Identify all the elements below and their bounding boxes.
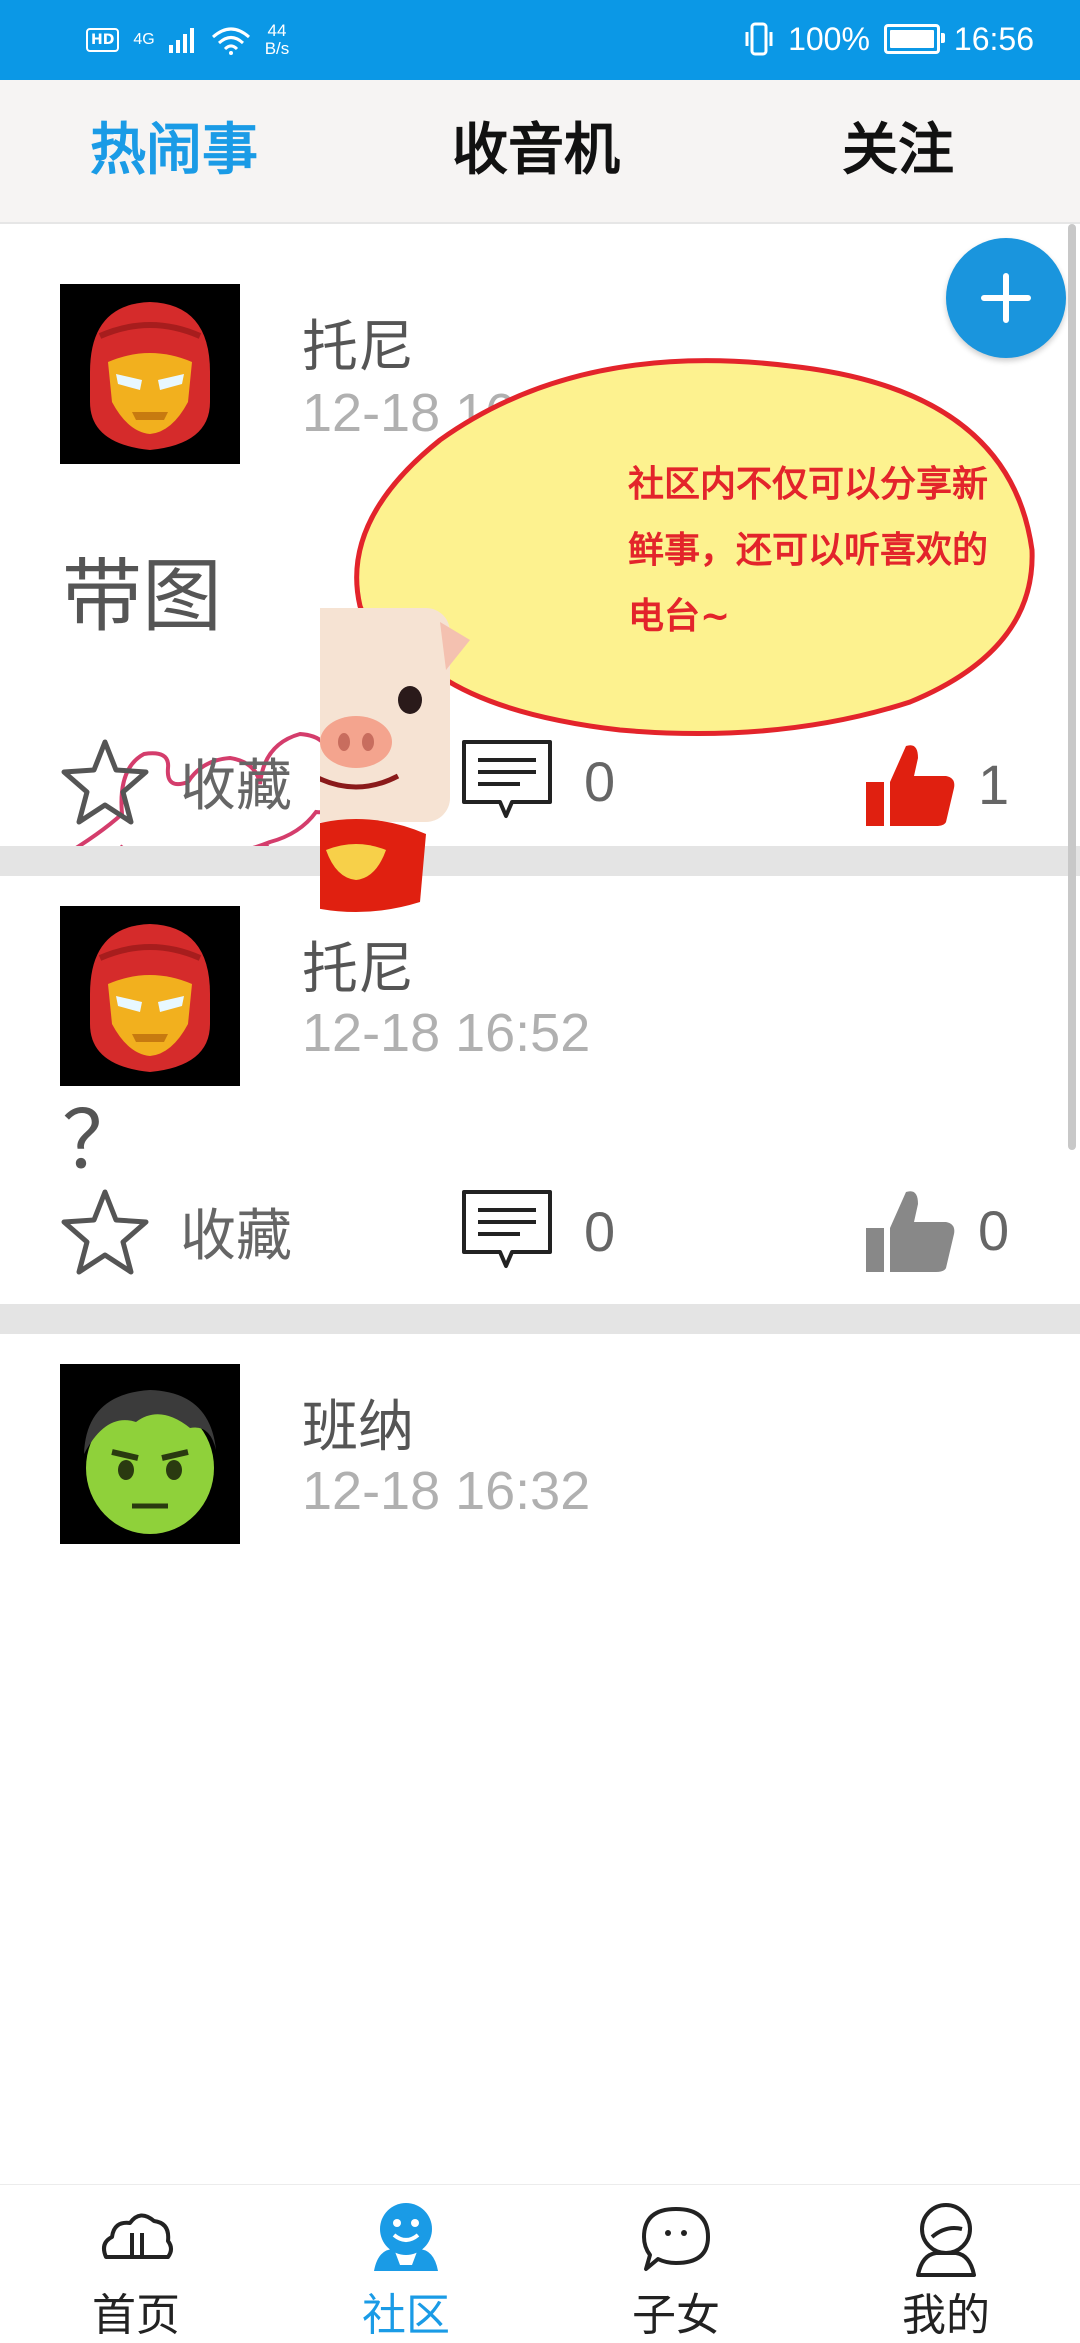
hd-indicator: HD (86, 28, 120, 52)
username: 班纳 (302, 1395, 414, 1460)
vibrate-icon (745, 22, 773, 56)
favorite-button[interactable]: 收藏 (60, 736, 292, 826)
comment-button[interactable]: 0 (460, 1186, 615, 1276)
ironman-avatar-icon (60, 284, 240, 464)
battery-fill (889, 30, 934, 48)
post-time: 12-18 16:32 (302, 1461, 591, 1521)
tab-hot[interactable]: 热闹事 (90, 80, 258, 222)
mascot-tip-overlay (320, 358, 1035, 912)
bottom-nav: 首页 社区 子女 我的 (0, 2184, 1080, 2341)
ironman-avatar-icon (60, 906, 240, 1086)
chat-bubble-icon (642, 2207, 710, 2271)
tip-text: 社区内不仅可以分享新鲜事，还可以听喜欢的电台~ (628, 464, 989, 637)
nav-community-label: 社区 (362, 2290, 450, 2341)
nav-children-label: 子女 (632, 2290, 720, 2341)
network-speed: 44 B/s (265, 22, 290, 58)
favorite-button[interactable]: 收藏 (60, 1186, 292, 1276)
cloud-home-icon (102, 2213, 173, 2259)
tab-follow[interactable]: 关注 (842, 80, 954, 222)
network-type: 4G (133, 31, 155, 48)
avatar[interactable] (60, 906, 240, 1086)
post-card: 班纳 12-18 16:32 (0, 1334, 1080, 2184)
status-left: HD 4G 44 B/s (86, 16, 289, 64)
wifi-icon (211, 27, 250, 55)
post-content: 带图 (62, 550, 222, 643)
avatar[interactable] (60, 284, 240, 464)
nav-children[interactable]: 子女 (586, 2185, 766, 2341)
star-icon (61, 739, 149, 825)
tab-radio[interactable]: 收音机 (452, 80, 620, 222)
thumbs-up-icon (866, 1191, 955, 1272)
post-content: ？ (62, 1094, 142, 1187)
avatar[interactable] (60, 1364, 240, 1544)
like-count: 0 (978, 1198, 1010, 1262)
star-icon (61, 1189, 149, 1275)
nav-home[interactable]: 首页 (46, 2185, 226, 2341)
card-separator (0, 1304, 1080, 1334)
speed-value: 44 (267, 21, 287, 40)
nav-me[interactable]: 我的 (856, 2185, 1036, 2341)
favorite-label: 收藏 (180, 753, 292, 819)
comment-count: 0 (584, 1199, 616, 1263)
post-time: 12-18 16:52 (302, 1003, 591, 1063)
pig-mascot-icon (320, 608, 470, 912)
battery-percent: 100% (788, 20, 870, 57)
favorite-label: 收藏 (180, 1203, 292, 1269)
nav-community[interactable]: 社区 (316, 2185, 496, 2341)
scrollbar[interactable] (1068, 224, 1076, 1150)
comment-icon (462, 1190, 552, 1268)
speed-unit: B/s (264, 39, 290, 58)
top-tab-bar: 热闹事 收音机 关注 (0, 80, 1080, 224)
community-icon (374, 2203, 438, 2271)
status-right: 100% 16:56 (744, 14, 1034, 64)
person-icon (916, 2203, 976, 2277)
like-button[interactable]: 0 (862, 1182, 1009, 1278)
status-bar: HD 4G 44 B/s 100% 16:56 (0, 0, 1080, 80)
nav-home-label: 首页 (92, 2290, 180, 2341)
signal-icon (168, 28, 194, 53)
clock: 16:56 (953, 20, 1034, 57)
plus-icon (981, 273, 1031, 323)
battery-icon (883, 24, 945, 54)
add-post-button[interactable] (946, 238, 1066, 358)
nav-me-label: 我的 (902, 2290, 990, 2341)
hulk-avatar-icon (60, 1364, 240, 1544)
